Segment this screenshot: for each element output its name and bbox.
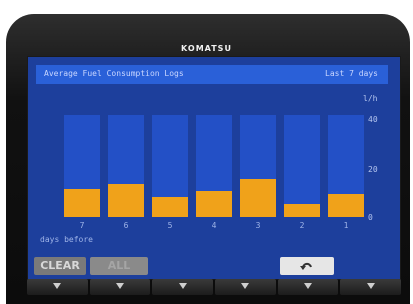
x-tick-label: 2 — [299, 221, 305, 230]
bar-track — [240, 115, 276, 217]
function-key[interactable] — [277, 279, 339, 295]
bar-track — [196, 115, 232, 217]
bar-track — [152, 115, 188, 217]
bar — [284, 204, 320, 217]
y-tick-label: 40 — [368, 115, 378, 124]
clear-button[interactable]: CLEAR — [34, 257, 86, 275]
function-key-row — [27, 279, 402, 295]
triangle-down-icon — [304, 283, 313, 289]
y-tick-label: 0 — [368, 213, 373, 222]
bar — [196, 191, 232, 217]
display-screen: Average Fuel Consumption Logs Last 7 day… — [27, 56, 401, 280]
y-tick-label: 20 — [368, 165, 378, 174]
x-axis-label: days before — [40, 235, 93, 244]
bar-track — [64, 115, 100, 217]
fuel-bar-chart: 7 6 5 4 3 2 1 40 20 0 — [28, 57, 400, 279]
triangle-down-icon — [116, 283, 124, 289]
x-tick-label: 5 — [167, 221, 173, 230]
bar — [64, 189, 100, 217]
soft-button-row: CLEAR ALL — [28, 255, 400, 277]
return-button[interactable] — [280, 257, 334, 275]
bar — [328, 194, 364, 217]
function-key[interactable] — [27, 279, 88, 295]
x-tick-label: 6 — [123, 221, 129, 230]
x-tick-label: 3 — [255, 221, 261, 230]
x-tick-label: 1 — [343, 221, 349, 230]
brand-logo: KOMATSU — [181, 44, 232, 53]
triangle-down-icon — [53, 283, 62, 289]
triangle-down-icon — [178, 283, 187, 289]
function-key[interactable] — [340, 279, 402, 295]
function-key[interactable] — [89, 279, 151, 295]
bar-track — [328, 115, 364, 217]
bar — [152, 197, 188, 217]
triangle-down-icon — [241, 283, 250, 289]
bar-track — [284, 115, 320, 217]
triangle-down-icon — [366, 283, 375, 289]
all-button[interactable]: ALL — [90, 257, 148, 275]
x-tick-label: 7 — [79, 221, 85, 230]
bar — [108, 184, 144, 217]
function-key[interactable] — [215, 279, 276, 295]
bar — [240, 179, 276, 217]
function-key[interactable] — [152, 279, 214, 295]
x-tick-label: 4 — [211, 221, 217, 230]
bar-track — [108, 115, 144, 217]
return-arrow-icon — [300, 262, 312, 270]
